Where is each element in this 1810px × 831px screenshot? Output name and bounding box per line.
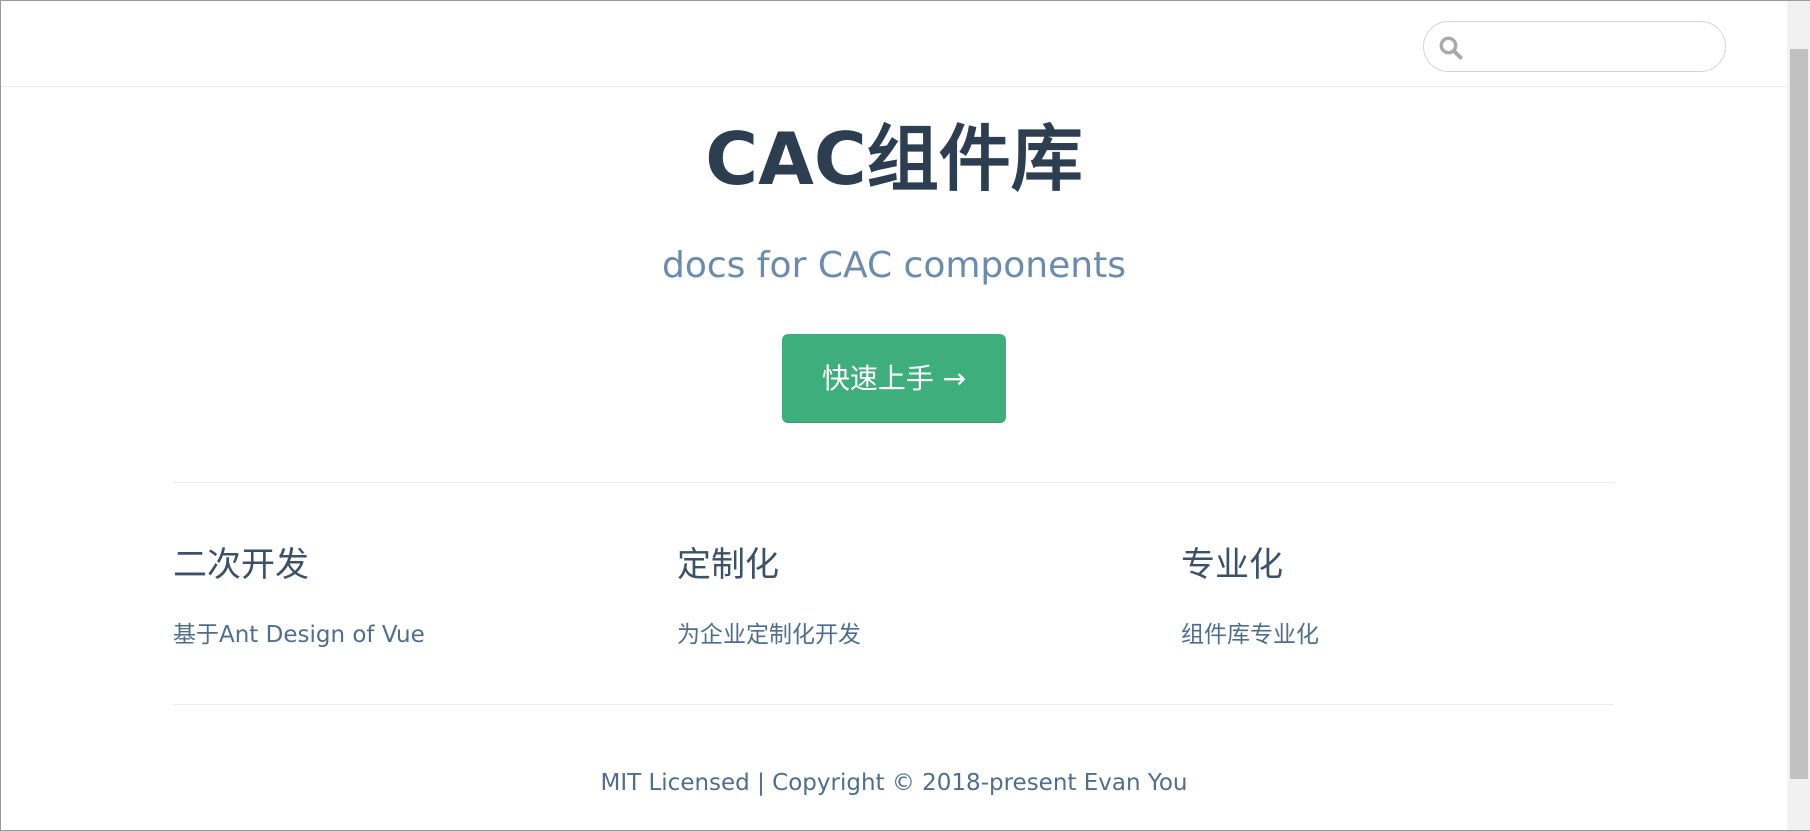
feature-secondary-development: 二次开发 基于Ant Design of Vue	[173, 541, 613, 651]
feature-title: 专业化	[1181, 545, 1283, 585]
scrollbar-thumb[interactable]	[1790, 49, 1808, 779]
footer-divider	[173, 704, 1614, 705]
search-box[interactable]	[1423, 21, 1726, 72]
feature-customization: 定制化 为企业定制化开发	[677, 541, 1117, 651]
footer-copyright: MIT Licensed | Copyright © 2018-present …	[600, 770, 1188, 796]
get-started-button[interactable]: 快速上手 →	[782, 334, 1006, 423]
feature-professionalization: 专业化 组件库专业化	[1181, 541, 1621, 651]
search-input[interactable]	[1470, 30, 1714, 66]
features-top-divider	[173, 482, 1614, 483]
feature-details: 为企业定制化开发	[677, 622, 861, 648]
hero-title: CAC组件库	[705, 117, 1083, 201]
feature-details: 基于Ant Design of Vue	[173, 622, 425, 648]
search-icon	[1439, 36, 1463, 60]
vertical-scrollbar[interactable]	[1787, 1, 1810, 830]
navbar	[1, 1, 1787, 87]
feature-title: 定制化	[677, 545, 779, 585]
feature-title: 二次开发	[173, 545, 309, 585]
hero-description: docs for CAC components	[662, 245, 1126, 286]
feature-details: 组件库专业化	[1181, 622, 1319, 648]
browser-viewport: CAC组件库 docs for CAC components 快速上手 → 二次…	[0, 0, 1810, 831]
